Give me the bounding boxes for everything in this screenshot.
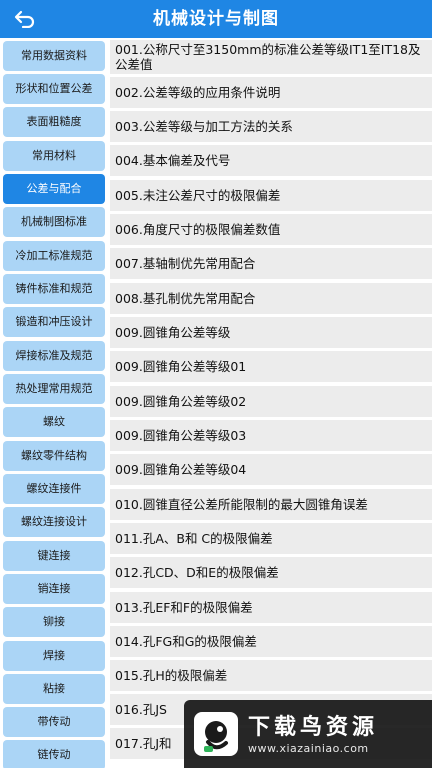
list-item[interactable]: 003.公差等级与加工方法的关系 <box>110 111 432 142</box>
topic-list: 001.公称尺寸至3150mm的标准公差等级IT1至IT18及公差值 002.公… <box>110 38 432 768</box>
list-item[interactable]: 009.圆锥角公差等级01 <box>110 351 432 382</box>
sidebar-item-shape-position-tolerance[interactable]: 形状和位置公差 <box>3 74 105 104</box>
bird-logo-icon <box>194 712 238 756</box>
watermark-url: www.xiazainiao.com <box>248 741 369 755</box>
list-item[interactable]: 009.圆锥角公差等级02 <box>110 386 432 417</box>
sidebar-item-thread-connection-design[interactable]: 螺纹连接设计 <box>3 507 105 537</box>
category-sidebar: 常用数据资料 形状和位置公差 表面粗糙度 常用材料 公差与配合 机械制图标准 冷… <box>0 38 110 768</box>
list-item[interactable]: 014.孔FG和G的极限偏差 <box>110 626 432 657</box>
app-header: 机械设计与制图 <box>0 0 432 38</box>
sidebar-item-casting[interactable]: 铸件标准和规范 <box>3 274 105 304</box>
list-item[interactable]: 006.角度尺寸的极限偏差数值 <box>110 214 432 245</box>
list-item[interactable]: 009.圆锥角公差等级 <box>110 317 432 348</box>
sidebar-item-surface-roughness[interactable]: 表面粗糙度 <box>3 107 105 137</box>
list-item[interactable]: 004.基本偏差及代号 <box>110 145 432 176</box>
list-item[interactable]: 009.圆锥角公差等级04 <box>110 454 432 485</box>
list-item[interactable]: 008.基孔制优先常用配合 <box>110 283 432 314</box>
list-item[interactable]: 015.孔H的极限偏差 <box>110 660 432 691</box>
sidebar-item-key-connection[interactable]: 键连接 <box>3 541 105 571</box>
list-item[interactable]: 011.孔A、B和 C的极限偏差 <box>110 523 432 554</box>
sidebar-item-forging-stamping[interactable]: 锻造和冲压设计 <box>3 307 105 337</box>
sidebar-item-thread-part-structure[interactable]: 螺纹零件结构 <box>3 441 105 471</box>
sidebar-item-belt-drive[interactable]: 带传动 <box>3 707 105 737</box>
sidebar-item-welding[interactable]: 焊接 <box>3 641 105 671</box>
list-item[interactable]: 012.孔CD、D和E的极限偏差 <box>110 557 432 588</box>
watermark-overlay: 下载鸟资源 www.xiazainiao.com <box>184 700 432 768</box>
sidebar-item-cold-working[interactable]: 冷加工标准规范 <box>3 241 105 271</box>
sidebar-item-heat-treatment[interactable]: 热处理常用规范 <box>3 374 105 404</box>
list-item[interactable]: 009.圆锥角公差等级03 <box>110 420 432 451</box>
sidebar-item-tolerance-fit[interactable]: 公差与配合 <box>3 174 105 204</box>
sidebar-item-riveting[interactable]: 铆接 <box>3 607 105 637</box>
sidebar-item-welding-standards[interactable]: 焊接标准及规范 <box>3 341 105 371</box>
sidebar-item-common-materials[interactable]: 常用材料 <box>3 141 105 171</box>
watermark-title: 下载鸟资源 <box>248 714 379 740</box>
list-item[interactable]: 013.孔EF和F的极限偏差 <box>110 592 432 623</box>
list-item[interactable]: 002.公差等级的应用条件说明 <box>110 77 432 108</box>
sidebar-item-drawing-standards[interactable]: 机械制图标准 <box>3 207 105 237</box>
sidebar-item-pin-connection[interactable]: 销连接 <box>3 574 105 604</box>
sidebar-item-thread-fasteners[interactable]: 螺纹连接件 <box>3 474 105 504</box>
list-item[interactable]: 001.公称尺寸至3150mm的标准公差等级IT1至IT18及公差值 <box>110 40 432 74</box>
list-item[interactable]: 005.未注公差尺寸的极限偏差 <box>110 180 432 211</box>
sidebar-item-chain-drive[interactable]: 链传动 <box>3 740 105 768</box>
sidebar-item-thread[interactable]: 螺纹 <box>3 407 105 437</box>
sidebar-item-common-data[interactable]: 常用数据资料 <box>3 41 105 71</box>
list-item[interactable]: 010.圆锥直径公差所能限制的最大圆锥角误差 <box>110 489 432 520</box>
list-item[interactable]: 007.基轴制优先常用配合 <box>110 248 432 279</box>
page-title: 机械设计与制图 <box>153 9 279 29</box>
sidebar-item-bonding[interactable]: 粘接 <box>3 674 105 704</box>
